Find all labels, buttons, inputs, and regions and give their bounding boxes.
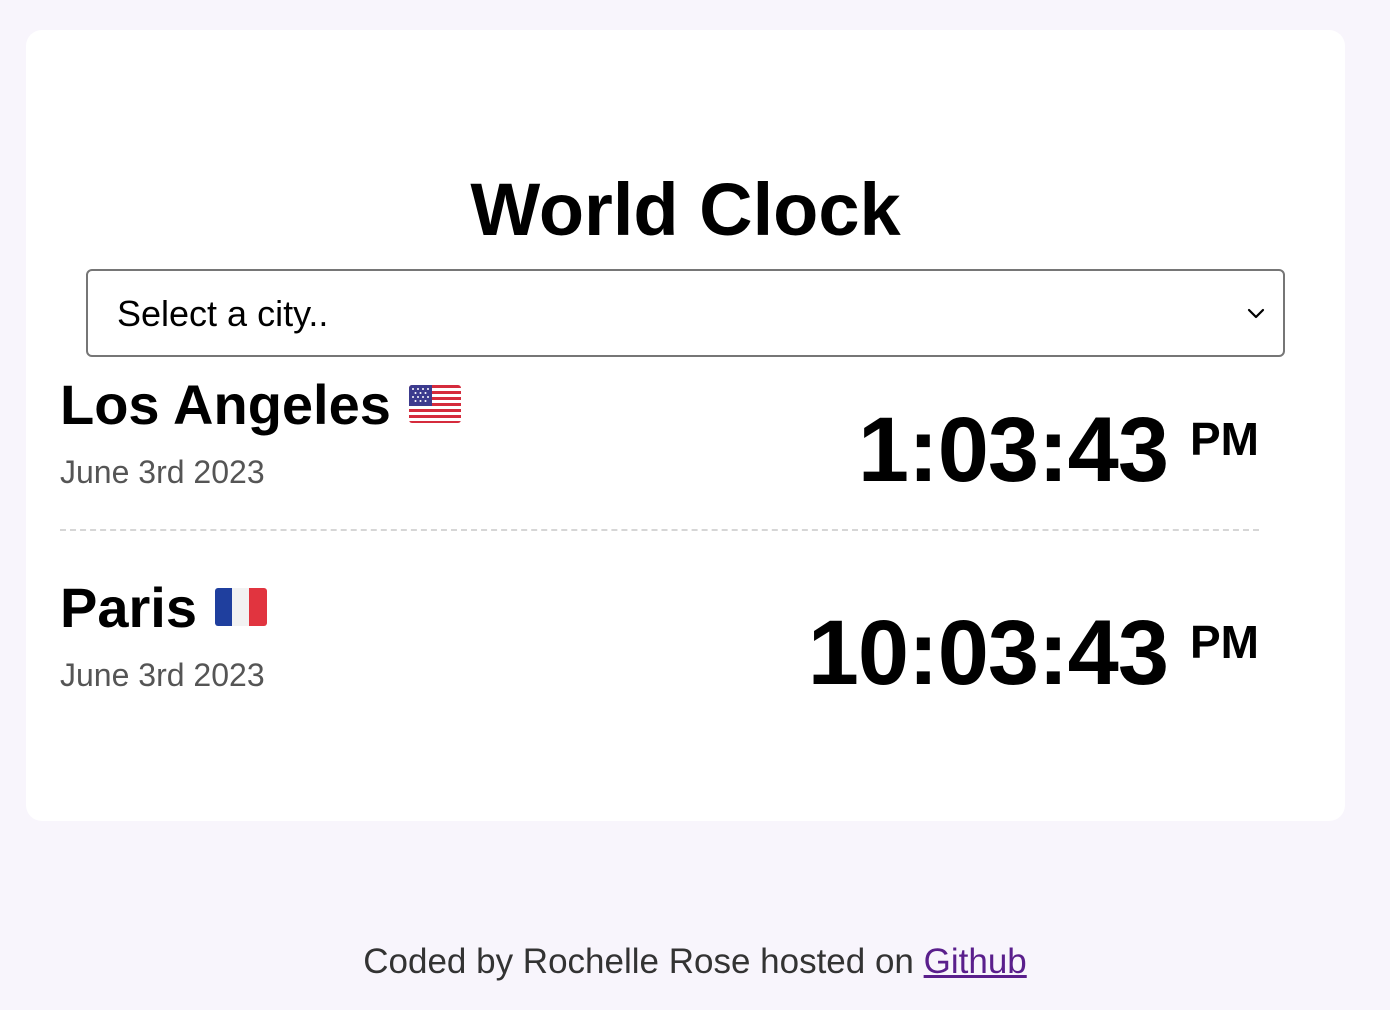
city-row-los-angeles: Los Angeles June 3rd 2023 1:03:43 PM (60, 372, 1259, 522)
city-time: 1:03:43 PM (858, 400, 1259, 500)
chevron-down-icon (1247, 308, 1265, 319)
city-divider (60, 529, 1259, 531)
time-period: PM (1190, 616, 1259, 668)
city-name: Paris (60, 576, 197, 639)
city-time: 10:03:43 PM (808, 603, 1259, 703)
city-date: June 3rd 2023 (60, 657, 265, 693)
time-value: 1:03:43 (857, 399, 1169, 501)
time-period: PM (1190, 413, 1259, 465)
city-row-paris: Paris June 3rd 2023 10:03:43 PM (60, 575, 1259, 725)
city-name-heading: Los Angeles (60, 372, 461, 438)
github-link[interactable]: Github (924, 942, 1027, 981)
footer: Coded by Rochelle Rose hosted on Github (0, 941, 1390, 983)
page-title: World Clock (470, 168, 901, 251)
city-name: Los Angeles (60, 373, 391, 436)
city-select-value: Select a city.. (117, 293, 329, 334)
fr-flag-icon (215, 588, 267, 627)
time-value: 10:03:43 (807, 602, 1169, 704)
us-flag-icon (408, 385, 461, 424)
city-select[interactable]: Select a city.. (86, 269, 1285, 357)
footer-text: Coded by Rochelle Rose hosted on (363, 942, 914, 981)
city-name-heading: Paris (60, 575, 267, 641)
city-date: June 3rd 2023 (60, 454, 265, 490)
